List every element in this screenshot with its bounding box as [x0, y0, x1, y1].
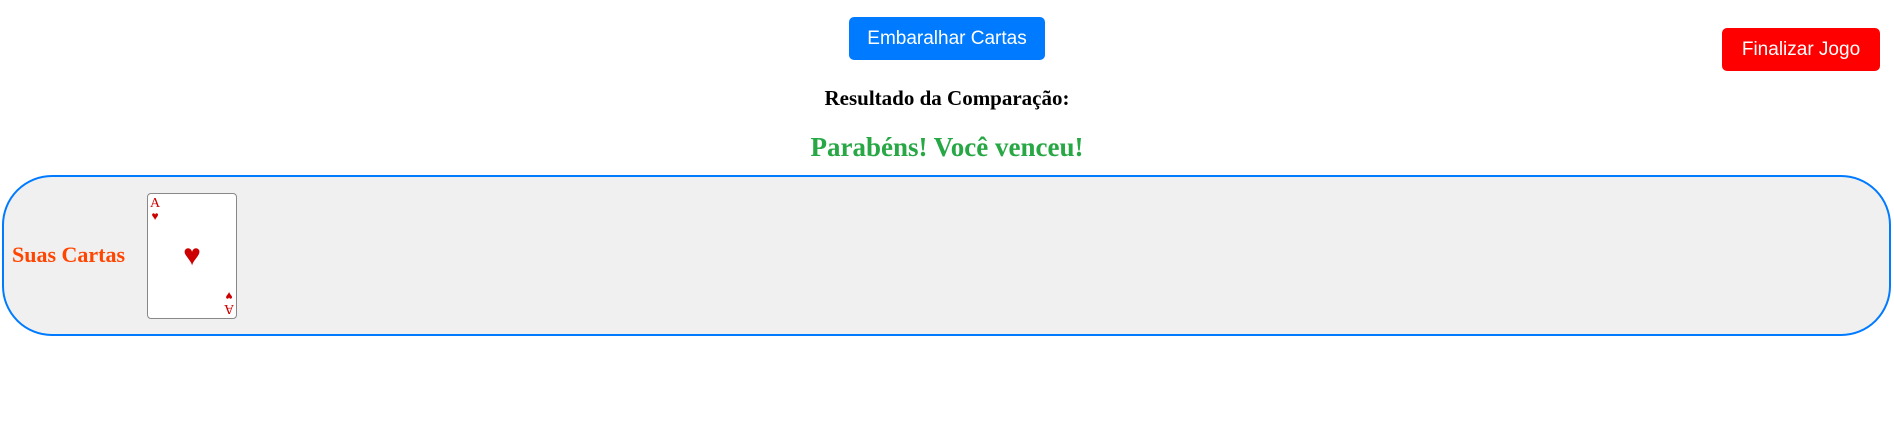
- playing-card-ace-of-hearts[interactable]: A ♥ ♥ A ♥: [147, 193, 237, 319]
- end-game-button[interactable]: Finalizar Jogo: [1722, 28, 1880, 71]
- player-hand-area: [2, 175, 1891, 336]
- card-corner-bottom-right: A ♥: [223, 289, 234, 316]
- card-rank: A: [223, 301, 234, 316]
- shuffle-cards-button[interactable]: Embaralhar Cartas: [849, 17, 1045, 60]
- result-heading: Resultado da Comparação:: [824, 86, 1070, 110]
- hearts-icon: ♥: [225, 289, 233, 303]
- result-message: Parabéns! Você venceu!: [810, 132, 1084, 162]
- hand-label: Suas Cartas: [12, 242, 126, 267]
- hearts-icon: ♥: [183, 239, 201, 272]
